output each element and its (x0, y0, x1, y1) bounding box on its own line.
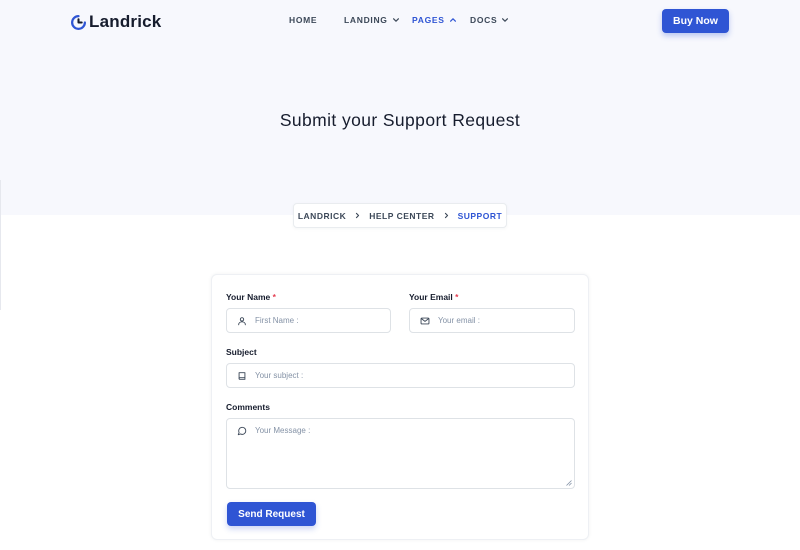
nav-item-landing[interactable]: LANDING (344, 15, 400, 25)
buy-now-button[interactable]: Buy Now (662, 9, 729, 33)
subject-label: Subject (226, 347, 257, 357)
email-field[interactable]: Your email : (409, 308, 575, 333)
breadcrumb-item-support: SUPPORT (457, 210, 503, 221)
nav-item-pages[interactable]: PAGES (412, 15, 457, 25)
required-mark: * (272, 292, 276, 302)
subject-placeholder: Your subject : (255, 371, 304, 380)
name-placeholder: First Name : (255, 316, 299, 325)
chevron-down-icon (502, 18, 509, 22)
user-icon (238, 317, 246, 326)
email-label: Your Email * (409, 292, 458, 302)
name-label: Your Name * (226, 292, 276, 302)
chevron-right-icon (444, 212, 448, 219)
breadcrumb: LANDRICK HELP CENTER SUPPORT (293, 203, 507, 228)
breadcrumb-item-help-center[interactable]: HELP CENTER (369, 211, 434, 221)
chevron-up-icon (449, 18, 456, 22)
nav-item-label: DOCS (470, 15, 498, 25)
subject-field[interactable]: Your subject : (226, 363, 575, 388)
support-form-card: Your Name * First Name : Your Email * Yo… (211, 274, 589, 540)
nav-item-docs[interactable]: DOCS (470, 15, 509, 25)
top-navbar: Landrick HOME LANDING PAGES DOCS Buy Now (0, 0, 800, 44)
comments-label: Comments (226, 402, 270, 412)
name-field[interactable]: First Name : (226, 308, 391, 333)
email-label-text: Your Email (409, 292, 453, 302)
nav-item-label: PAGES (412, 15, 445, 25)
divider (0, 180, 1, 310)
book-icon (238, 372, 246, 380)
page-title: Submit your Support Request (279, 110, 521, 130)
mail-icon (420, 317, 430, 325)
comments-placeholder: Your Message : (255, 426, 311, 435)
send-request-button[interactable]: Send Request (227, 502, 316, 526)
email-placeholder: Your email : (438, 316, 480, 325)
breadcrumb-item-landrick[interactable]: LANDRICK (298, 211, 346, 221)
name-label-text: Your Name (226, 292, 271, 302)
required-mark: * (455, 292, 459, 302)
message-circle-icon (237, 426, 247, 436)
chevron-down-icon (392, 18, 399, 22)
resize-handle-icon[interactable] (566, 480, 572, 486)
nav-item-home[interactable]: HOME (289, 15, 317, 25)
comments-textarea[interactable]: Your Message : (226, 418, 575, 489)
nav-item-label: LANDING (344, 15, 388, 25)
nav-item-label: HOME (289, 15, 318, 25)
chevron-right-icon (356, 212, 360, 219)
